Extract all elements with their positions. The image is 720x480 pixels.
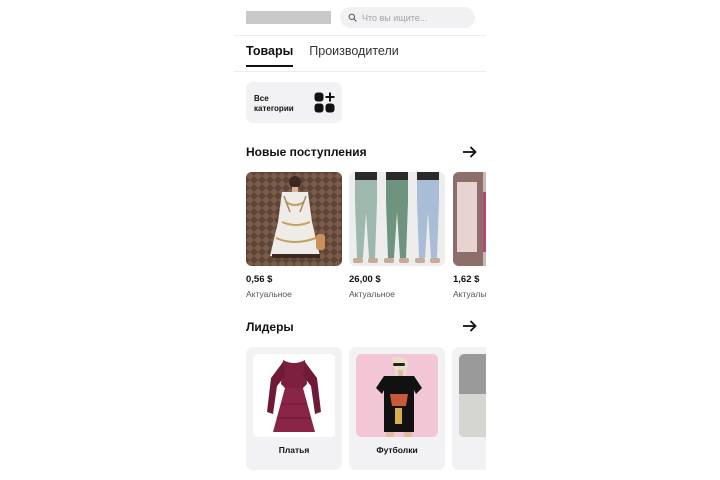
new-arrivals-title: Новые поступления xyxy=(246,145,367,159)
product-card[interactable]: 1,62 $ Актуальное xyxy=(453,172,486,299)
leaders-title: Лидеры xyxy=(246,320,294,334)
product-status: Актуальное xyxy=(246,289,292,299)
product-price: 1,62 $ xyxy=(453,274,480,285)
product-photo xyxy=(453,172,486,266)
product-status: Актуальное xyxy=(349,289,395,299)
dress-photo xyxy=(246,172,342,266)
leggings-photo xyxy=(349,172,445,266)
grid-plus-icon xyxy=(314,92,335,113)
category-photo xyxy=(459,354,486,437)
product-card[interactable]: 26,00 $ Актуальное xyxy=(349,172,445,299)
product-card[interactable]: 0,56 $ Актуальное xyxy=(246,172,342,299)
logo-placeholder[interactable] xyxy=(246,11,331,24)
tab-bar: Товары Производители xyxy=(246,44,399,67)
category-image xyxy=(459,354,486,437)
leaders-list: Платья Футболки xyxy=(246,347,486,472)
category-card-partial[interactable] xyxy=(452,347,486,470)
arrow-right-icon[interactable] xyxy=(462,146,477,158)
product-image xyxy=(246,172,342,266)
product-image xyxy=(453,172,486,266)
category-card-tshirts[interactable]: Футболки xyxy=(349,347,445,470)
new-arrivals-list: 0,56 $ Актуальное 26,00 $ Актуальное 1,6… xyxy=(246,172,486,302)
tab-products[interactable]: Товары xyxy=(246,44,294,67)
all-categories-button[interactable]: Все категории xyxy=(246,82,342,123)
tab-manufacturers[interactable]: Производители xyxy=(309,44,398,67)
category-name: Платья xyxy=(278,445,310,455)
product-status: Актуальное xyxy=(453,289,486,299)
tabs-divider xyxy=(234,71,486,72)
arrow-right-icon[interactable] xyxy=(462,320,477,332)
tshirt-photo xyxy=(356,354,438,437)
category-name: Футболки xyxy=(376,445,418,455)
search-input[interactable] xyxy=(362,12,467,23)
search-icon xyxy=(348,13,357,22)
category-card-dresses[interactable]: Платья xyxy=(246,347,342,470)
product-image xyxy=(349,172,445,266)
all-categories-label-line2: категории xyxy=(254,104,294,113)
product-price: 0,56 $ xyxy=(246,274,273,285)
all-categories-label: Все категории xyxy=(254,94,304,114)
category-image xyxy=(253,354,335,437)
search-bar[interactable] xyxy=(340,7,475,28)
all-categories-label-line1: Все xyxy=(254,94,269,103)
app-screen: Товары Производители Все категории Новые… xyxy=(234,0,486,480)
header-divider xyxy=(234,35,486,36)
product-price: 26,00 $ xyxy=(349,274,381,285)
category-image xyxy=(356,354,438,437)
burgundy-dress-photo xyxy=(253,354,335,437)
